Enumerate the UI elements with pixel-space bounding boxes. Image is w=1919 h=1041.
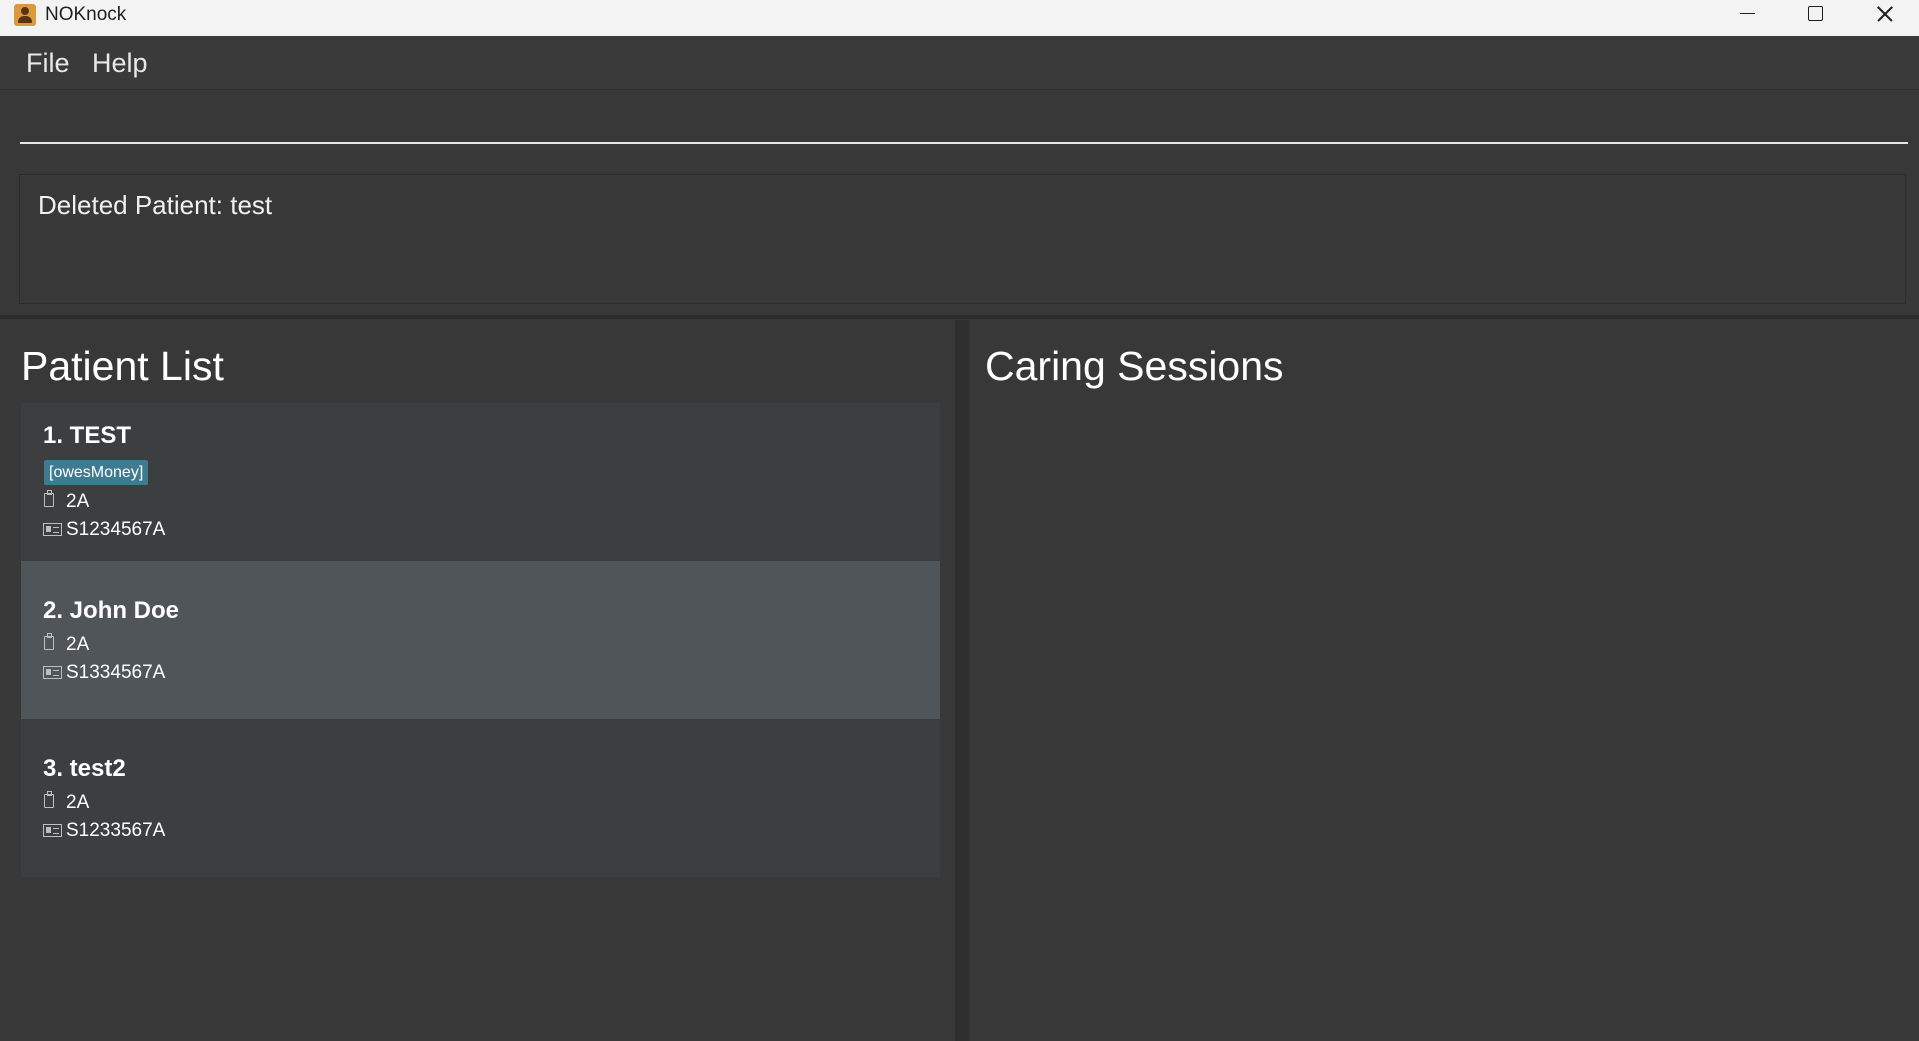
menu-bar: File Help xyxy=(0,36,1919,90)
result-message: Deleted Patient: test xyxy=(38,190,273,220)
command-input[interactable] xyxy=(20,100,1908,144)
horizontal-divider xyxy=(0,315,1919,319)
patient-name: 3. test2 xyxy=(43,755,126,782)
patient-ward: 2A xyxy=(66,634,90,655)
patient-list-title: Patient List xyxy=(21,343,224,389)
minimize-icon[interactable] xyxy=(1713,0,1781,30)
patient-tag: [owesMoney] xyxy=(44,460,149,485)
app-icon xyxy=(14,4,36,26)
patient-card[interactable]: 1. TEST [owesMoney] 2A S1234567A xyxy=(21,403,940,561)
result-display: Deleted Patient: test xyxy=(19,174,1906,304)
patient-card-selected[interactable]: 2. John Doe 2A S1334567A xyxy=(21,561,940,719)
patient-ward: 2A xyxy=(66,792,90,813)
close-icon[interactable] xyxy=(1851,0,1919,30)
patient-name: 2. John Doe xyxy=(43,597,180,624)
patient-card[interactable]: 3. test2 2A S1233567A xyxy=(21,719,940,877)
command-box-container xyxy=(0,90,1919,170)
menu-help[interactable]: Help xyxy=(92,47,148,79)
window-title-bar: NOKnock xyxy=(0,0,1919,36)
patient-ic: S1234567A xyxy=(66,519,166,540)
patient-ic: S1334567A xyxy=(66,662,166,683)
window-title: NOKnock xyxy=(45,4,127,25)
caring-sessions-title: Caring Sessions xyxy=(985,343,1284,389)
patient-ward: 2A xyxy=(66,491,90,512)
menu-file[interactable]: File xyxy=(26,47,70,79)
patient-list-panel: Patient List 1. TEST [owesMoney] 2A S123… xyxy=(4,320,956,1041)
patient-ic: S1233567A xyxy=(66,820,166,841)
caring-sessions-panel: Caring Sessions xyxy=(969,320,1919,1041)
patient-name: 1. TEST xyxy=(43,422,132,449)
maximize-icon[interactable] xyxy=(1782,0,1850,30)
split-pane-divider[interactable] xyxy=(955,320,969,1041)
